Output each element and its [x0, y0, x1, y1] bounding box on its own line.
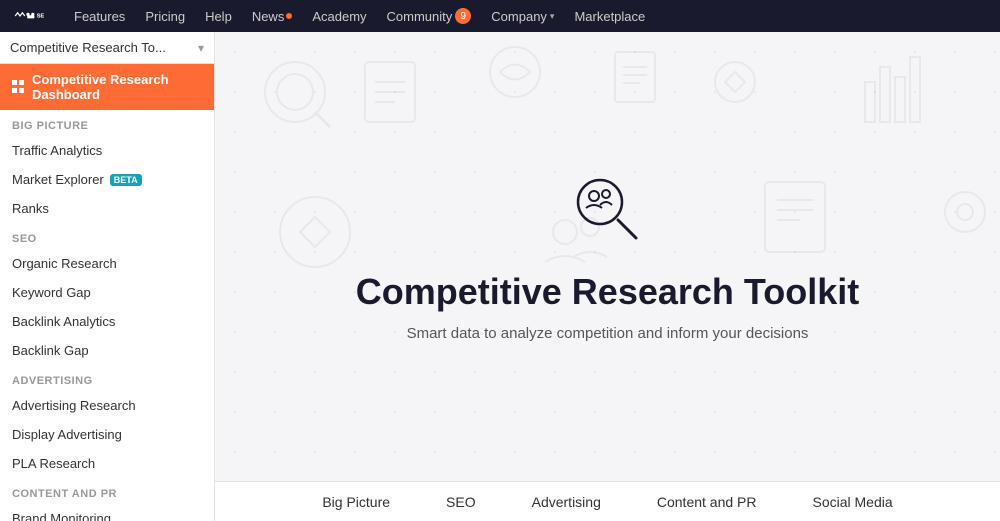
main-center-content: Competitive Research Toolkit Smart data …: [215, 32, 1000, 521]
sidebar-item-brand-monitoring[interactable]: Brand Monitoring: [0, 504, 214, 521]
sidebar: Competitive Research To... ▾ Competitive…: [0, 32, 215, 521]
sidebar-dropdown[interactable]: Competitive Research To... ▾: [0, 32, 214, 64]
nav-community[interactable]: Community 9: [377, 0, 482, 32]
dropdown-chevron-icon: ▾: [198, 41, 204, 55]
nav-academy[interactable]: Academy: [302, 0, 376, 32]
community-badge: 9: [455, 8, 471, 24]
beta-badge: BETA: [110, 174, 142, 186]
nav-features[interactable]: Features: [64, 0, 135, 32]
tab-social-media[interactable]: Social Media: [805, 482, 901, 521]
nav-pricing[interactable]: Pricing: [135, 0, 195, 32]
nav-help[interactable]: Help: [195, 0, 242, 32]
sidebar-active-item[interactable]: Competitive Research Dashboard: [0, 64, 214, 110]
logo[interactable]: SEMrush: [12, 6, 48, 26]
sidebar-section-seo: SEO: [0, 223, 214, 249]
sidebar-section-content-pr: CONTENT AND PR: [0, 478, 214, 504]
sidebar-item-ranks[interactable]: Ranks: [0, 194, 214, 223]
sidebar-active-label: Competitive Research Dashboard: [32, 72, 202, 102]
nav-marketplace[interactable]: Marketplace: [564, 0, 655, 32]
sidebar-item-organic-research[interactable]: Organic Research: [0, 249, 214, 278]
sidebar-section-advertising: ADVERTISING: [0, 365, 214, 391]
sidebar-section-big-picture: BIG PICTURE: [0, 110, 214, 136]
sidebar-item-backlink-analytics[interactable]: Backlink Analytics: [0, 307, 214, 336]
sidebar-item-backlink-gap[interactable]: Backlink Gap: [0, 336, 214, 365]
sidebar-item-market-explorer[interactable]: Market Explorer BETA: [0, 165, 214, 194]
svg-text:SEMrush: SEMrush: [37, 14, 44, 20]
tab-advertising[interactable]: Advertising: [524, 482, 609, 521]
sidebar-dropdown-label: Competitive Research To...: [10, 40, 166, 55]
search-people-icon: [568, 172, 648, 255]
main-subtitle: Smart data to analyze competition and in…: [407, 325, 809, 342]
top-navigation: SEMrush Features Pricing Help News Acade…: [0, 0, 1000, 32]
news-dot: [286, 13, 292, 19]
main-content: Competitive Research Toolkit Smart data …: [215, 32, 1000, 521]
nav-company[interactable]: Company ▾: [481, 0, 564, 32]
sidebar-item-pla-research[interactable]: PLA Research: [0, 449, 214, 478]
main-title: Competitive Research Toolkit: [356, 271, 859, 313]
nav-news[interactable]: News: [242, 0, 303, 32]
sidebar-item-keyword-gap[interactable]: Keyword Gap: [0, 278, 214, 307]
tab-seo[interactable]: SEO: [438, 482, 484, 521]
nav-links: Features Pricing Help News Academy Commu…: [64, 0, 988, 32]
sidebar-item-traffic-analytics[interactable]: Traffic Analytics: [0, 136, 214, 165]
tab-big-picture[interactable]: Big Picture: [314, 482, 398, 521]
company-chevron-icon: ▾: [550, 11, 555, 22]
main-layout: Competitive Research To... ▾ Competitive…: [0, 32, 1000, 521]
tab-content-pr[interactable]: Content and PR: [649, 482, 765, 521]
sidebar-item-display-advertising[interactable]: Display Advertising: [0, 420, 214, 449]
grid-icon: [12, 80, 24, 94]
bottom-tabs: Big Picture SEO Advertising Content and …: [215, 481, 1000, 521]
sidebar-item-advertising-research[interactable]: Advertising Research: [0, 391, 214, 420]
